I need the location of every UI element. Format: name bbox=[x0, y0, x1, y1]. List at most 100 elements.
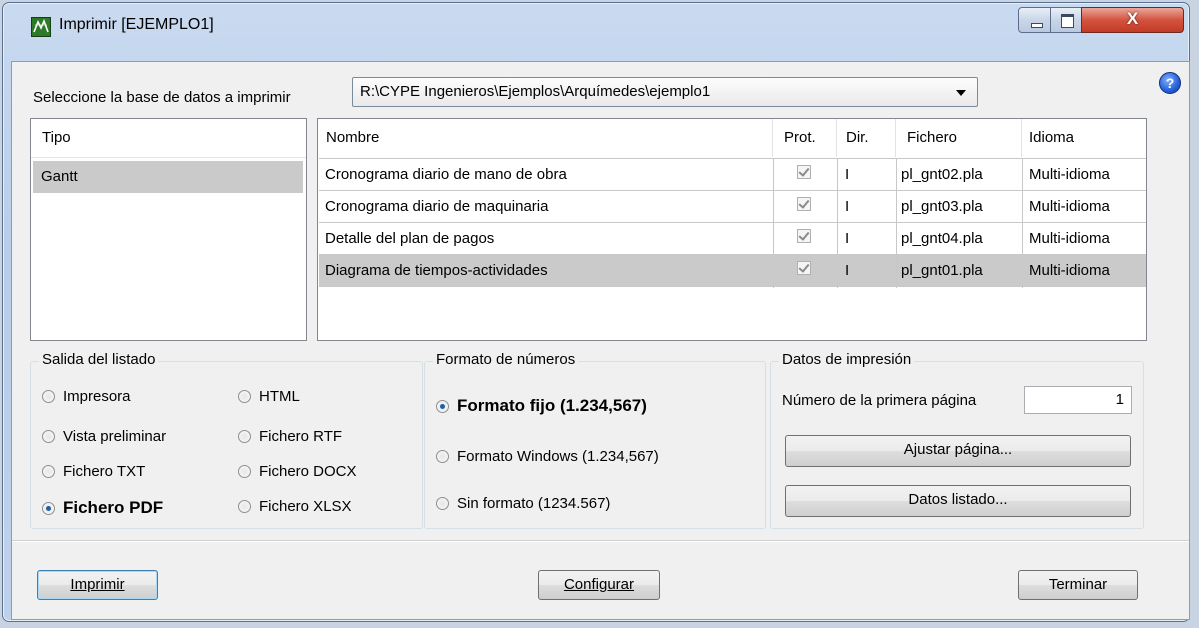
prot-checkbox[interactable] bbox=[797, 165, 811, 179]
cell-nombre: Cronograma diario de maquinaria bbox=[325, 198, 549, 215]
formato-group-title: Formato de números bbox=[433, 351, 579, 368]
tipo-list[interactable]: Tipo Gantt bbox=[30, 118, 307, 341]
grid-line bbox=[837, 159, 838, 288]
prot-checkbox[interactable] bbox=[797, 197, 811, 211]
prot-checkbox[interactable] bbox=[797, 229, 811, 243]
cell-nombre: Cronograma diario de mano de obra bbox=[325, 166, 567, 183]
grid-line bbox=[773, 159, 774, 288]
column-header-nombre[interactable]: Nombre bbox=[326, 129, 379, 146]
radio-formato-windows[interactable]: Formato Windows (1.234,567) bbox=[436, 448, 659, 465]
list-item-label: Gantt bbox=[41, 168, 78, 185]
radio-selected-icon[interactable] bbox=[436, 399, 449, 413]
radio-html[interactable]: HTML bbox=[238, 388, 300, 405]
title-bar[interactable]: Imprimir [EJEMPLO1] X bbox=[3, 3, 1189, 55]
radio-icon[interactable] bbox=[436, 450, 449, 463]
cell-fichero: pl_gnt01.pla bbox=[901, 262, 983, 279]
cell-nombre: Diagrama de tiempos-actividades bbox=[325, 262, 548, 279]
cell-dir: I bbox=[845, 166, 850, 183]
cell-nombre: Detalle del plan de pagos bbox=[325, 230, 495, 247]
minimize-icon bbox=[1031, 23, 1043, 28]
cell-idioma: Multi-idioma bbox=[1029, 230, 1110, 247]
radio-label: Vista preliminar bbox=[63, 428, 167, 445]
radio-label: Sin formato (1234.567) bbox=[457, 495, 611, 512]
radio-label: Fichero PDF bbox=[63, 498, 164, 517]
configurar-button[interactable]: Configurar bbox=[538, 570, 660, 600]
radio-icon[interactable] bbox=[238, 430, 251, 443]
radio-vista-preliminar[interactable]: Vista preliminar bbox=[42, 428, 166, 445]
radio-icon[interactable] bbox=[42, 430, 55, 443]
radio-label: Fichero RTF bbox=[259, 428, 343, 445]
radio-label: Formato Windows (1.234,567) bbox=[457, 448, 659, 465]
radio-formato-fijo[interactable]: Formato fijo (1.234,567) bbox=[436, 396, 647, 416]
radio-sin-formato[interactable]: Sin formato (1234.567) bbox=[436, 495, 610, 512]
app-icon bbox=[31, 17, 51, 37]
column-divider[interactable] bbox=[895, 119, 896, 157]
imprimir-button[interactable]: Imprimir bbox=[37, 570, 158, 600]
dialog-body: ? Seleccione la base de datos a imprimir… bbox=[11, 61, 1190, 620]
radio-icon[interactable] bbox=[436, 497, 449, 510]
cell-fichero: pl_gnt03.pla bbox=[901, 198, 983, 215]
column-divider[interactable] bbox=[1021, 119, 1022, 157]
first-page-label: Número de la primera página bbox=[782, 392, 977, 409]
close-icon: X bbox=[1126, 9, 1139, 28]
column-header-idioma[interactable]: Idioma bbox=[1029, 129, 1074, 146]
database-label: Seleccione la base de datos a imprimir bbox=[33, 89, 291, 106]
ajustar-pagina-button[interactable]: Ajustar página... bbox=[785, 435, 1131, 467]
datos-listado-button[interactable]: Datos listado... bbox=[785, 485, 1131, 517]
cell-dir: I bbox=[845, 198, 850, 215]
column-header-dir[interactable]: Dir. bbox=[846, 129, 869, 146]
radio-icon[interactable] bbox=[42, 390, 55, 403]
print-dialog-window: Imprimir [EJEMPLO1] X ? Seleccione la ba… bbox=[2, 2, 1190, 622]
salida-group-title: Salida del listado bbox=[39, 351, 159, 368]
salida-group: Salida del listado Impresora HTML Vista … bbox=[30, 351, 423, 529]
first-page-input[interactable]: 1 bbox=[1024, 386, 1132, 414]
column-divider[interactable] bbox=[836, 119, 837, 157]
tipo-list-header[interactable]: Tipo bbox=[31, 119, 306, 158]
cell-dir: I bbox=[845, 262, 850, 279]
radio-label: Fichero TXT bbox=[63, 463, 146, 480]
window-title: Imprimir [EJEMPLO1] bbox=[59, 16, 214, 33]
configurar-button-label: Configurar bbox=[563, 576, 635, 593]
radio-fichero-docx[interactable]: Fichero DOCX bbox=[238, 463, 357, 480]
imprimir-button-label: Imprimir bbox=[70, 576, 125, 593]
help-icon[interactable]: ? bbox=[1159, 72, 1181, 94]
terminar-button[interactable]: Terminar bbox=[1018, 570, 1138, 600]
grid-line bbox=[1022, 159, 1023, 288]
radio-icon[interactable] bbox=[238, 500, 251, 513]
chevron-down-icon[interactable] bbox=[956, 90, 966, 96]
datos-group-title: Datos de impresión bbox=[779, 351, 915, 368]
column-divider[interactable] bbox=[772, 119, 773, 157]
radio-fichero-rtf[interactable]: Fichero RTF bbox=[238, 428, 342, 445]
maximize-button[interactable] bbox=[1050, 7, 1082, 33]
datos-group: Datos de impresión Número de la primera … bbox=[770, 351, 1144, 529]
minimize-button[interactable] bbox=[1018, 7, 1051, 33]
radio-label: Impresora bbox=[63, 388, 131, 405]
radio-impresora[interactable]: Impresora bbox=[42, 388, 131, 405]
radio-icon[interactable] bbox=[238, 390, 251, 403]
radio-icon[interactable] bbox=[238, 465, 251, 478]
cell-idioma: Multi-idioma bbox=[1029, 166, 1110, 183]
radio-label: Fichero XLSX bbox=[259, 498, 352, 515]
radio-fichero-txt[interactable]: Fichero TXT bbox=[42, 463, 145, 480]
radio-fichero-xlsx[interactable]: Fichero XLSX bbox=[238, 498, 352, 515]
footer-divider-highlight bbox=[12, 541, 1189, 542]
tipo-header-label: Tipo bbox=[42, 129, 71, 146]
database-select-value: R:\CYPE Ingenieros\Ejemplos\Arquímedes\e… bbox=[360, 83, 711, 100]
prot-checkbox[interactable] bbox=[797, 261, 811, 275]
column-header-fichero[interactable]: Fichero bbox=[907, 129, 957, 146]
database-select[interactable]: R:\CYPE Ingenieros\Ejemplos\Arquímedes\e… bbox=[352, 77, 978, 107]
column-header-prot[interactable]: Prot. bbox=[784, 129, 816, 146]
cell-idioma: Multi-idioma bbox=[1029, 198, 1110, 215]
radio-selected-icon[interactable] bbox=[42, 501, 55, 515]
radio-icon[interactable] bbox=[42, 465, 55, 478]
radio-label: HTML bbox=[259, 388, 300, 405]
cell-fichero: pl_gnt04.pla bbox=[901, 230, 983, 247]
formato-group: Formato de números Formato fijo (1.234,5… bbox=[424, 351, 766, 529]
radio-fichero-pdf[interactable]: Fichero PDF bbox=[42, 498, 163, 518]
listings-table[interactable]: Nombre Prot. Dir. Fichero Idioma Cronogr… bbox=[317, 118, 1147, 341]
close-button[interactable]: X bbox=[1081, 7, 1184, 33]
radio-label: Formato fijo (1.234,567) bbox=[457, 396, 647, 415]
radio-label: Fichero DOCX bbox=[259, 463, 357, 480]
cell-fichero: pl_gnt02.pla bbox=[901, 166, 983, 183]
tipo-list-item-gantt[interactable]: Gantt bbox=[33, 161, 303, 193]
